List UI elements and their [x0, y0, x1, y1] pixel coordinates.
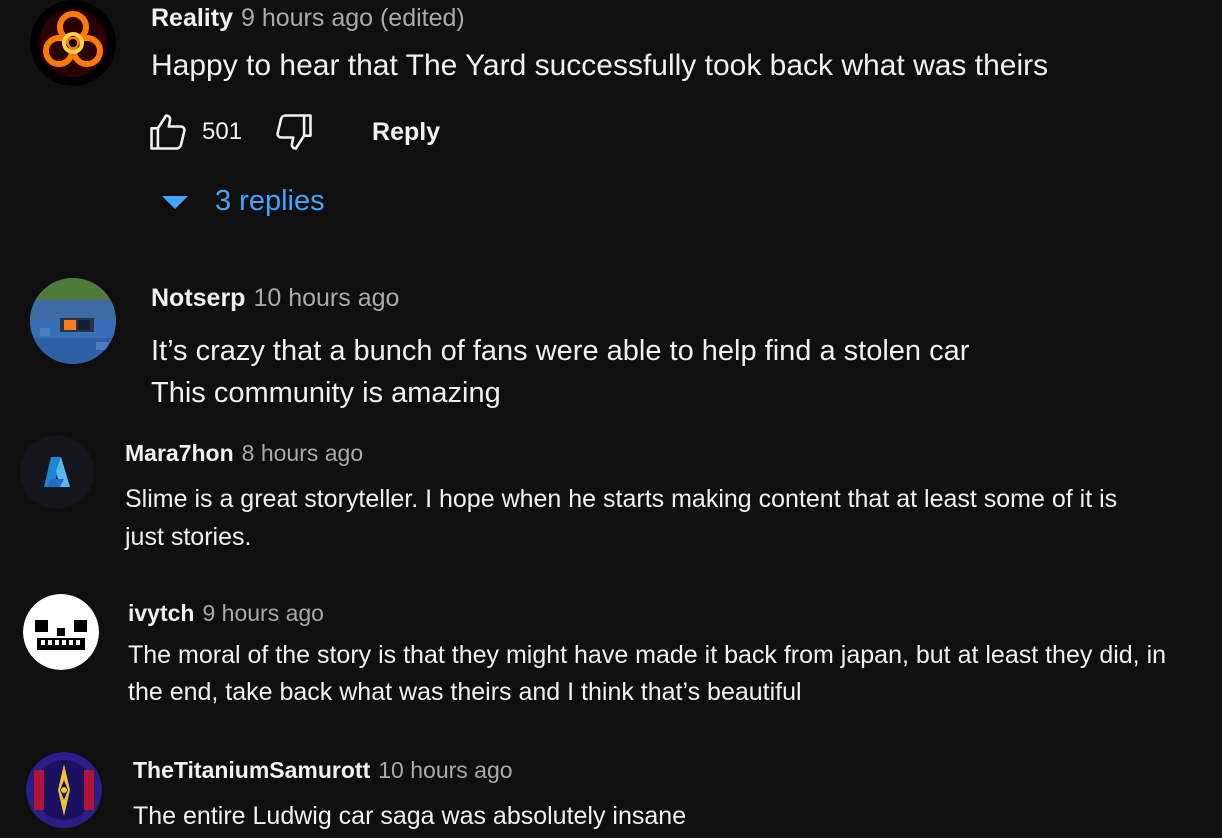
thumbs-down-icon: [276, 114, 312, 150]
timestamp[interactable]: 8 hours ago: [242, 440, 363, 466]
author-name[interactable]: Notserp: [151, 284, 245, 312]
comment-line: This community is amazing: [151, 377, 501, 409]
comment-header: Notserp 10 hours ago: [151, 284, 399, 313]
timestamp[interactable]: 9 hours ago (edited): [241, 4, 465, 32]
comment-line: Happy to hear that The Yard successfully…: [151, 49, 1049, 82]
avatar[interactable]: [20, 435, 94, 509]
author-name[interactable]: ivytch: [128, 600, 194, 626]
comment-line: The moral of the story is that they migh…: [128, 641, 1167, 669]
timestamp[interactable]: 10 hours ago: [253, 284, 399, 312]
comment-line: the end, take back what was theirs and I…: [128, 678, 802, 706]
like-count: 501: [202, 118, 243, 145]
caret-down-icon: [162, 196, 188, 209]
comment-header: Mara7hon 8 hours ago: [125, 440, 363, 467]
comment-text: The moral of the story is that they migh…: [128, 637, 1166, 711]
compass-star-icon: [26, 752, 102, 828]
letter-a-logo-icon: [20, 435, 94, 509]
biohazard-icon: [30, 0, 116, 86]
comment-line: Slime is a great storyteller. I hope whe…: [125, 485, 1118, 513]
avatar[interactable]: [30, 0, 116, 86]
comment-thread: TheTitaniumSamurott 10 hours ago The enti…: [0, 752, 1222, 838]
thumbs-up-icon: [150, 114, 186, 150]
timestamp[interactable]: 9 hours ago: [202, 600, 323, 626]
comment-line: The entire Ludwig car saga was absolutel…: [133, 802, 687, 830]
comment-line: It’s crazy that a bunch of fans were abl…: [151, 335, 970, 367]
avatar[interactable]: [30, 278, 116, 364]
comment-thread: Notserp 10 hours ago It’s crazy that a bu…: [0, 278, 1222, 428]
dislike-button[interactable]: [272, 110, 316, 154]
comment-header: TheTitaniumSamurott 10 hours ago: [133, 757, 513, 784]
view-replies-button[interactable]: 3 replies: [162, 185, 325, 218]
author-name[interactable]: TheTitaniumSamurott: [133, 757, 370, 783]
replies-count-label: 3 replies: [215, 185, 325, 217]
comment-text: It’s crazy that a bunch of fans were abl…: [151, 330, 969, 414]
comment-thread: ivytch 9 hours ago The moral of the story…: [0, 594, 1222, 734]
comment-text: Happy to hear that The Yard successfully…: [151, 49, 1048, 83]
avatar[interactable]: [23, 594, 99, 670]
comment-actions: 501 Reply: [146, 110, 440, 154]
author-name[interactable]: Reality: [151, 4, 233, 32]
skull-face-icon: [23, 594, 99, 670]
author-name[interactable]: Mara7hon: [125, 440, 234, 466]
reply-button[interactable]: Reply: [372, 118, 440, 147]
comment-thread: Mara7hon 8 hours ago Slime is a great sto…: [0, 435, 1222, 575]
comment-header: Reality 9 hours ago (edited): [151, 4, 465, 33]
like-button[interactable]: 501: [146, 110, 272, 154]
comment-text: The entire Ludwig car saga was absolutel…: [133, 798, 686, 835]
comment-text: Slime is a great storyteller. I hope whe…: [125, 480, 1117, 556]
minecraft-block-icon: [30, 278, 116, 364]
comment-header: ivytch 9 hours ago: [128, 600, 324, 627]
timestamp[interactable]: 10 hours ago: [378, 757, 512, 783]
avatar[interactable]: [26, 752, 102, 828]
comment-thread: Reality 9 hours ago (edited) Happy to hea…: [0, 0, 1222, 250]
comment-line: just stories.: [125, 523, 252, 551]
